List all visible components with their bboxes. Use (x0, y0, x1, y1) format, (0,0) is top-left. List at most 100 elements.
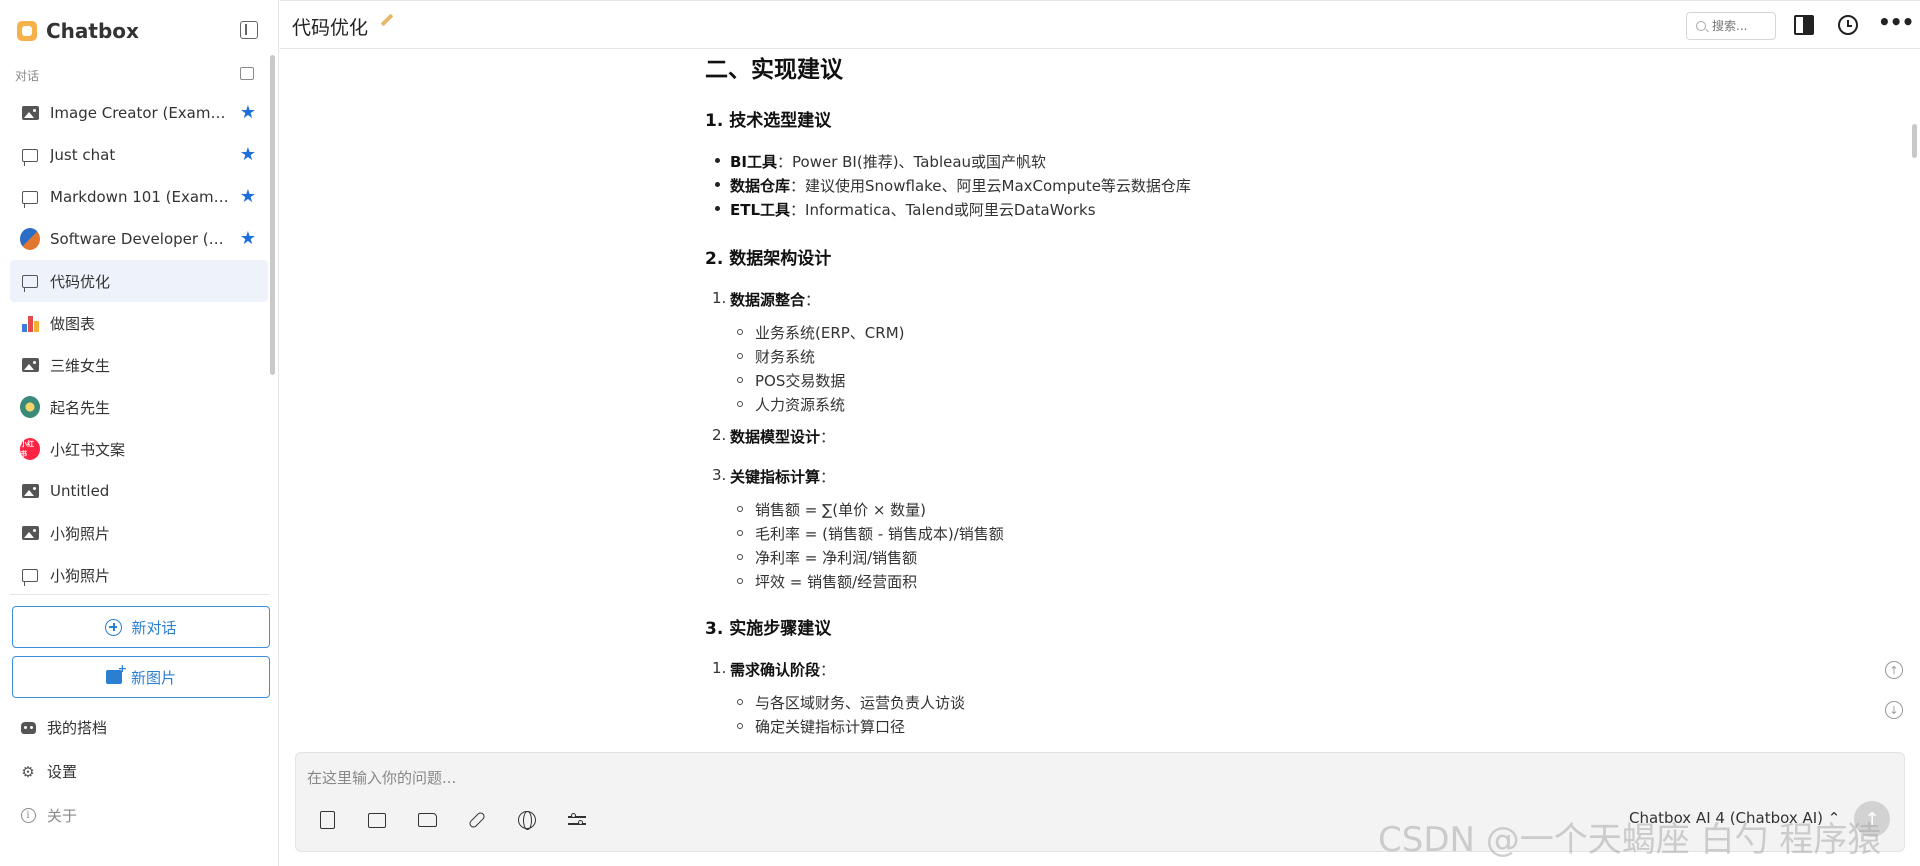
conversation-label: 小狗照片 (50, 566, 111, 585)
sidebar-divider (10, 594, 269, 595)
sub-bullet (737, 329, 743, 335)
conversation-item[interactable]: 做图表 (10, 302, 268, 344)
search-box[interactable] (1686, 12, 1776, 40)
sub-bullet (737, 578, 743, 584)
info-icon: i (20, 808, 36, 823)
attach-folder-button[interactable] (416, 809, 438, 831)
conversation-item[interactable]: Untitled (10, 470, 268, 512)
add-circle-icon (105, 618, 123, 636)
list-number: 1. (712, 659, 727, 677)
list-item: 数据源整合： (730, 291, 821, 309)
new-chat-button[interactable]: 新对话 (12, 606, 270, 648)
sub-bullet (737, 530, 743, 536)
chatbox-logo-icon (17, 21, 37, 41)
conversation-item-active[interactable]: 代码优化 (10, 260, 268, 302)
section-heading: 二、实现建议 (705, 57, 843, 83)
more-options-icon[interactable]: ••• (1878, 12, 1914, 35)
archive-icon[interactable] (240, 67, 254, 80)
scroll-to-top-icon[interactable]: ↑ (1885, 661, 1903, 679)
list-item: 数据仓库：建议使用Snowflake、阿里云MaxCompute等云数据仓库 (730, 177, 1191, 195)
settings-sliders-button[interactable] (566, 809, 588, 831)
watermark: CSDN @一个天蝎座 白勺 程序猿 (1378, 820, 1882, 860)
conversation-label: Just chat (50, 146, 116, 164)
link-icon (467, 810, 487, 830)
conversation-label: 小狗照片 (50, 524, 111, 543)
conversation-item[interactable]: 起名先生 (10, 386, 268, 428)
sub-list-item: 确定关键指标计算口径 (755, 718, 906, 736)
conversation-item[interactable]: 小狗照片 (10, 512, 268, 554)
image-icon (21, 526, 39, 540)
sub-list-item: 与各区域财务、运营负责人访谈 (755, 694, 966, 712)
sub-list-item: 人力资源系统 (755, 396, 846, 414)
conversation-item[interactable]: 小狗照片 (10, 554, 268, 588)
list-item: BI工具：Power BI(推荐)、Tableau或国产帆软 (730, 153, 1047, 171)
attach-link-button[interactable] (466, 809, 488, 831)
conversation-item[interactable]: 小红书 小红书文案 (10, 428, 268, 470)
chat-icon (22, 274, 38, 292)
brand: Chatbox (17, 18, 139, 44)
robot-icon (20, 721, 36, 734)
sliders-icon (568, 813, 586, 827)
about-item[interactable]: i 关于 (20, 805, 77, 826)
conversation-list: Image Creator (Examp… ★ Just chat ★ Mark… (10, 92, 268, 588)
sub-list-item: 业务系统(ERP、CRM) (755, 324, 905, 342)
subsection-heading: 3. 实施步骤建议 (705, 619, 832, 639)
scroll-to-bottom-icon[interactable]: ↓ (1885, 701, 1903, 719)
developer-avatar-icon (20, 228, 40, 250)
sub-bullet (737, 353, 743, 359)
search-input[interactable] (1712, 19, 1768, 33)
conversation-label: 起名先生 (50, 398, 111, 417)
conversation-label: Image Creator (Examp… (50, 104, 230, 122)
conversations-section-label: 对话 (15, 69, 40, 83)
new-chat-label: 新对话 (131, 618, 177, 637)
sub-list-item: 净利率 = 净利润/销售额 (755, 549, 918, 567)
add-image-icon (105, 662, 127, 684)
edit-title-icon[interactable] (380, 13, 394, 27)
chart-avatar-icon (20, 312, 40, 334)
list-item: 关键指标计算： (730, 468, 836, 486)
globe-icon (518, 811, 536, 830)
conversation-label: Untitled (50, 482, 110, 500)
list-number: 2. (712, 426, 727, 444)
content-scrollbar[interactable] (1912, 124, 1917, 158)
conversation-item[interactable]: Image Creator (Examp… ★ (10, 92, 268, 134)
split-view-icon[interactable] (1794, 15, 1814, 35)
my-copilots-item[interactable]: 我的搭档 (20, 717, 107, 738)
sub-list-item: 坪效 = 销售额/经营面积 (755, 573, 918, 591)
sidebar-scrollbar[interactable] (270, 55, 275, 375)
sub-list-item: POS交易数据 (755, 372, 846, 390)
image-icon (368, 812, 386, 828)
sub-bullet (737, 699, 743, 705)
new-image-button[interactable]: 新图片 (12, 656, 270, 698)
image-icon (21, 484, 39, 498)
file-icon (319, 811, 335, 829)
chat-header: 代码优化 ••• (280, 0, 1920, 49)
sub-bullet (737, 377, 743, 383)
collapse-sidebar-icon[interactable] (240, 21, 258, 39)
folder-icon (417, 813, 437, 827)
search-icon (1696, 21, 1706, 31)
star-icon[interactable]: ★ (240, 229, 256, 249)
input-toolbar (316, 809, 588, 831)
conversation-item[interactable]: Software Developer (… ★ (10, 218, 268, 260)
sub-list-item: 销售额 = ∑(单价 × 数量) (755, 501, 927, 519)
conversation-item[interactable]: Markdown 101 (Exam… ★ (10, 176, 268, 218)
attach-image-button[interactable] (366, 809, 388, 831)
attach-file-button[interactable] (316, 809, 338, 831)
star-icon[interactable]: ★ (240, 103, 256, 123)
message-input[interactable]: 在这里输入你的问题... (307, 767, 456, 788)
star-icon[interactable]: ★ (240, 187, 256, 207)
settings-label: 设置 (47, 763, 78, 781)
history-icon[interactable] (1838, 15, 1858, 35)
conversation-label: Software Developer (… (50, 230, 224, 248)
conversation-item[interactable]: Just chat ★ (10, 134, 268, 176)
gear-icon: ⚙ (21, 762, 35, 781)
sub-list-item: 毛利率 = (销售额 - 销售成本)/销售额 (755, 525, 1004, 543)
image-icon (21, 358, 39, 372)
star-icon[interactable]: ★ (240, 145, 256, 165)
settings-item[interactable]: ⚙ 设置 (20, 761, 77, 782)
conversation-item[interactable]: 三维女生 (10, 344, 268, 386)
list-number: 3. (712, 466, 727, 484)
bullet (715, 182, 720, 187)
web-search-button[interactable] (516, 809, 538, 831)
